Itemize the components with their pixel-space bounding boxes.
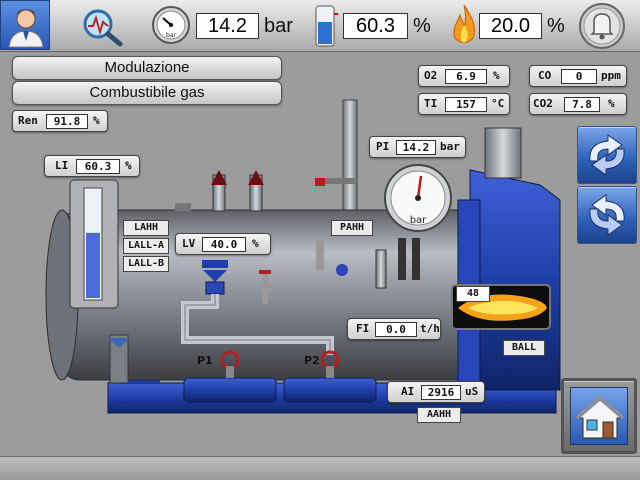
co2-value: 7.8	[564, 97, 600, 112]
li-indicator: LI 60.3 %	[44, 155, 140, 177]
ti-value: 157	[445, 97, 487, 112]
top-pressure-value: 14.2	[196, 13, 259, 39]
alarm-lall-a: LALL-A	[123, 238, 169, 254]
flame-icon	[453, 4, 475, 43]
co2-indicator: CO2 7.8 %	[529, 93, 627, 115]
top-level-value: 60.3	[343, 13, 408, 39]
home-button-face	[570, 387, 628, 445]
pump-p2-label: P2	[304, 354, 320, 367]
o2-label: O2	[424, 69, 438, 82]
ren-indicator: Ren 91.8 %	[12, 110, 108, 132]
fi-unit: t/h	[420, 322, 440, 335]
top-flame-unit: %	[547, 15, 565, 37]
ren-unit: %	[93, 114, 100, 127]
alarm-bell-icon	[579, 3, 625, 49]
pi-value: 14.2	[396, 140, 436, 155]
ti-label: TI	[424, 97, 438, 110]
user-icon	[8, 9, 44, 48]
level-bar-fill	[86, 232, 100, 298]
lv-label: LV	[182, 237, 196, 250]
co-unit: ppm	[601, 69, 621, 82]
alarm-ball: BALL	[503, 340, 545, 356]
ti-indicator: TI 157 °C	[418, 93, 510, 115]
alarm-aahh: AAHH	[417, 407, 461, 423]
diagnostics-icon	[83, 9, 123, 47]
lv-value: 40.0	[202, 237, 246, 252]
pressure-gauge-icon: bar	[152, 6, 190, 44]
o2-unit: %	[493, 69, 500, 82]
gauge-unit-label: bar	[410, 215, 427, 226]
co2-unit: %	[608, 97, 615, 110]
alarm-pahh: PAHH	[331, 220, 373, 236]
rotate-back-button[interactable]	[577, 186, 637, 244]
top-level-unit: %	[413, 15, 431, 37]
co-indicator: CO 0 ppm	[529, 65, 627, 87]
ai-label: AI	[401, 385, 415, 398]
top-flame-value: 20.0	[479, 13, 542, 39]
top-bar: bar 14.2 bar 60.3 % 20.0 %	[0, 0, 640, 52]
ai-indicator: AI 2916 uS	[387, 381, 485, 403]
co2-label: CO2	[533, 97, 553, 110]
pi-indicator: PI 14.2 bar	[369, 136, 466, 158]
bottom-status-bar	[0, 456, 640, 480]
ti-unit: °C	[491, 97, 505, 110]
top-pressure-unit: bar	[264, 15, 293, 37]
pump-p1-label: P1	[197, 354, 213, 367]
pi-label: PI	[376, 140, 390, 153]
pi-unit: bar	[440, 140, 460, 153]
level-tank-icon	[315, 5, 338, 47]
li-unit: %	[125, 159, 132, 172]
lv-unit: %	[252, 237, 259, 250]
fi-label: FI	[356, 322, 370, 335]
ai-value: 2916	[421, 385, 461, 400]
rotate-forward-button[interactable]	[577, 126, 637, 184]
li-value: 60.3	[76, 159, 120, 174]
burner-value: 48	[456, 286, 490, 302]
diagnostics-button[interactable]	[78, 4, 126, 48]
home-icon	[575, 395, 625, 439]
rotate-back-icon	[589, 194, 625, 236]
rotate-forward-icon	[589, 134, 625, 176]
user-button[interactable]	[0, 0, 50, 50]
ren-label: Ren	[18, 114, 38, 127]
o2-indicator: O2 6.9 %	[418, 65, 510, 87]
alarm-button[interactable]	[578, 2, 626, 50]
o2-value: 6.9	[445, 69, 487, 84]
ai-unit: uS	[465, 385, 479, 398]
fuel-panel[interactable]: Combustibile gas	[12, 81, 282, 105]
lv-indicator: LV 40.0 %	[175, 233, 271, 255]
pressure-gauge: bar	[384, 164, 452, 232]
li-label: LI	[55, 159, 69, 172]
alarm-lall-b: LALL-B	[123, 256, 169, 272]
co-label: CO	[538, 69, 552, 82]
fi-value: 0.0	[375, 322, 417, 337]
alarm-lahh: LAHH	[123, 220, 169, 236]
modulation-panel[interactable]: Modulazione	[12, 56, 282, 80]
home-button[interactable]	[561, 378, 637, 454]
ren-value: 91.8	[46, 114, 88, 129]
co-value: 0	[561, 69, 597, 84]
fi-indicator: FI 0.0 t/h	[347, 318, 441, 340]
top-gauge-label: bar	[166, 32, 176, 39]
